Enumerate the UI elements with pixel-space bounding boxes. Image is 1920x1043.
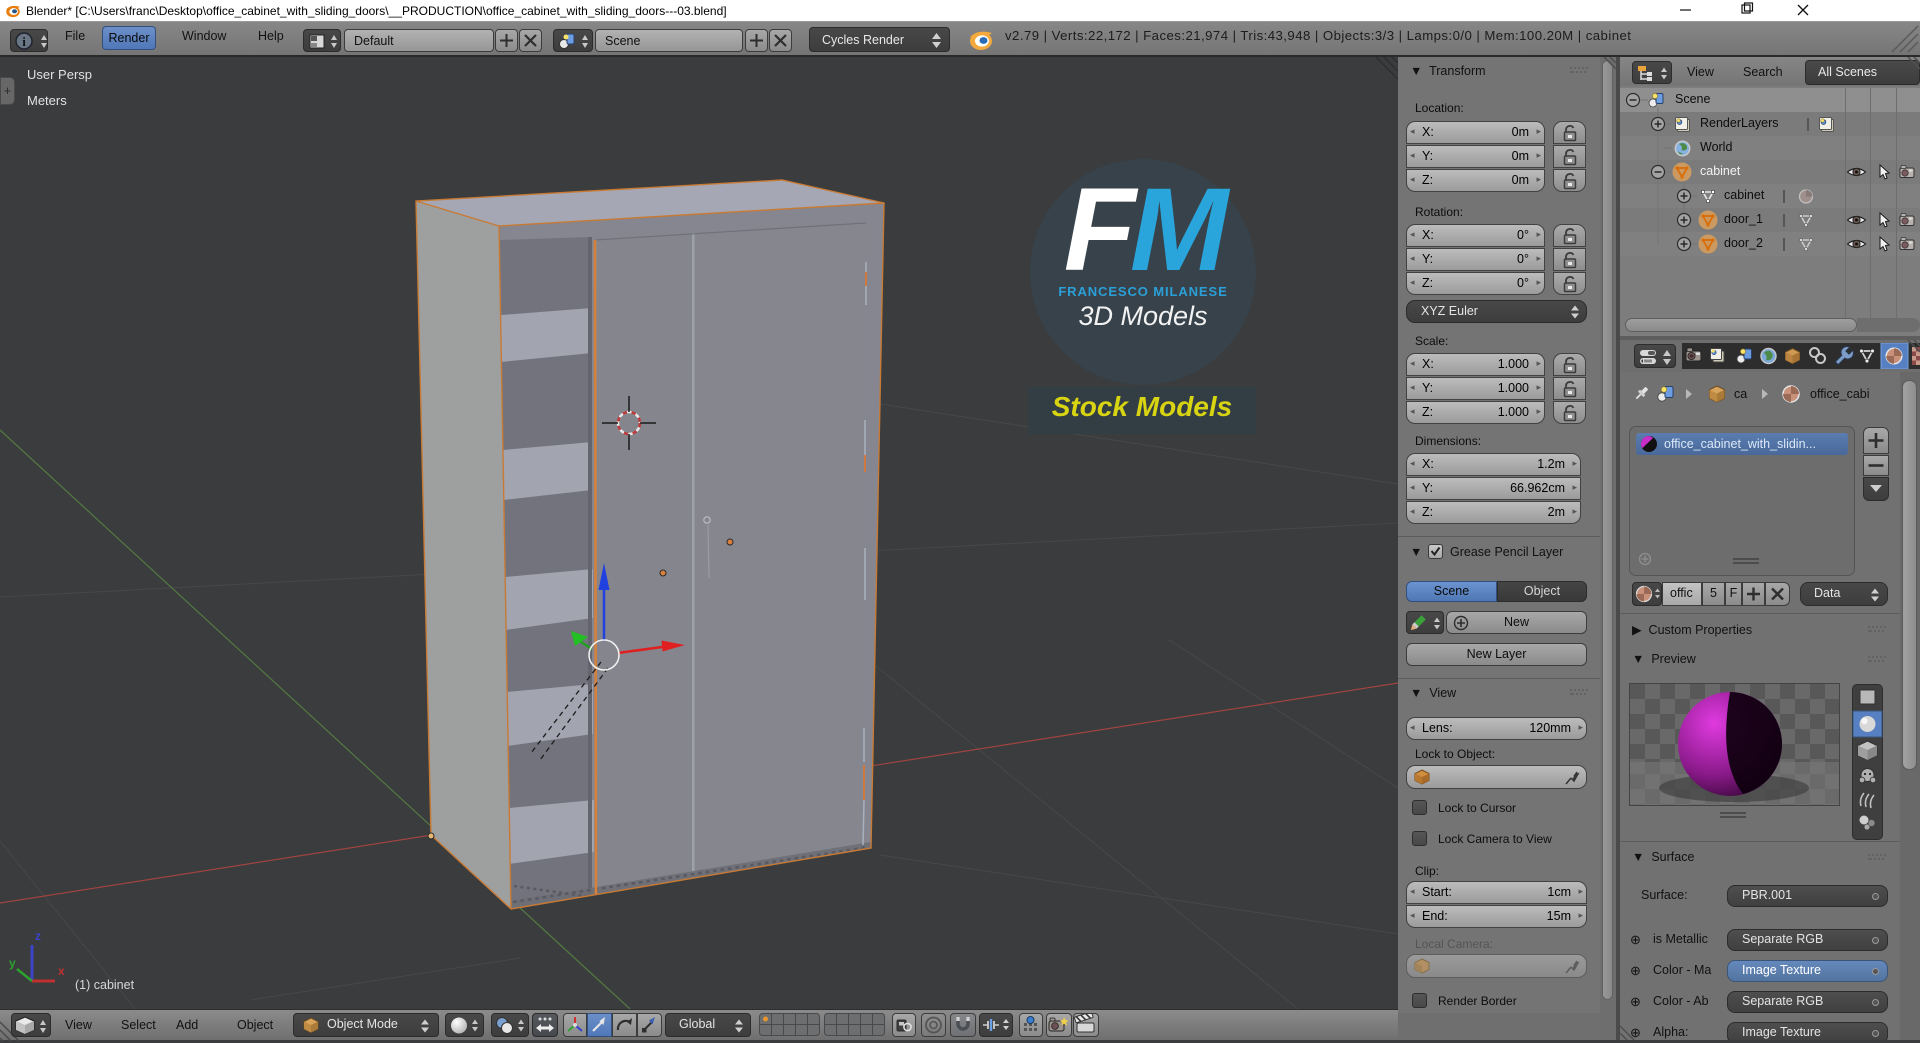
svg-text:y: y — [9, 956, 16, 970]
svg-text:i: i — [22, 34, 26, 49]
svg-text:x: x — [58, 964, 65, 978]
svg-text:z: z — [35, 929, 41, 943]
